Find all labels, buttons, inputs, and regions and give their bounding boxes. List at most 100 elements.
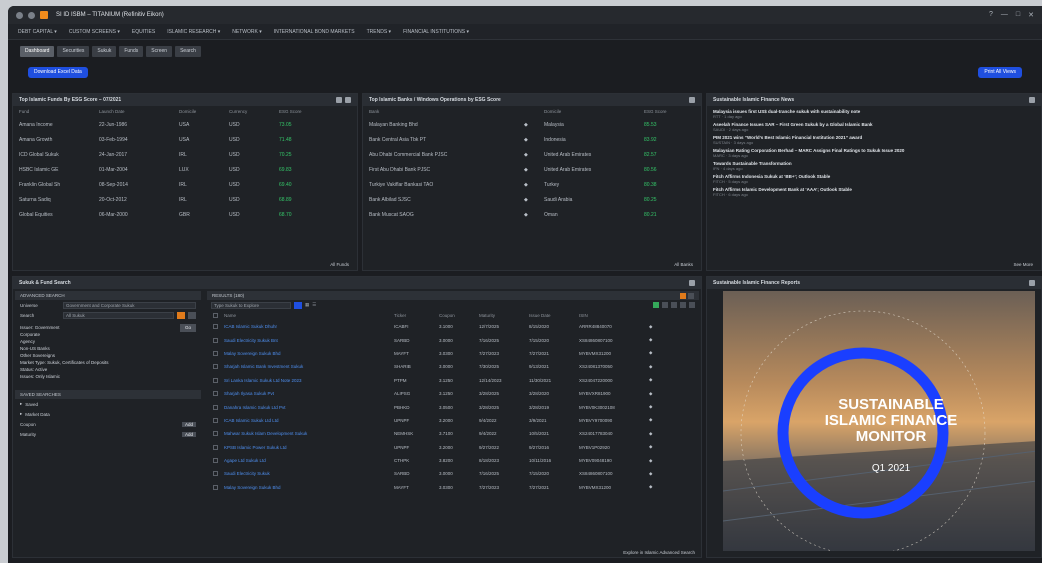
filter-icon[interactable]	[671, 302, 677, 308]
table-row[interactable]: Danahra Islamic Sukuk Ltd Pvt PBHKD 3.0500…	[207, 400, 699, 413]
column-header[interactable]: Issue Date	[529, 313, 579, 318]
table-row[interactable]: KPSB Islamic Power Sukuk Ltd UPNPF 3.2000 9…	[207, 441, 699, 454]
sukuk-name[interactable]: Malay Sovereign Sukuk Bhd	[224, 485, 394, 490]
menu-financial-institutions[interactable]: FINANCIAL INSTITUTIONS ▾	[403, 29, 469, 35]
sukuk-name[interactable]: Saudi Electricity Sukuk Bnt	[224, 338, 394, 343]
menu-bond-markets[interactable]: INTERNATIONAL BOND MARKETS	[274, 29, 355, 35]
sukuk-name[interactable]: Saudi Electricity Sukuk	[224, 471, 394, 476]
table-row[interactable]: Amana Growth 03-Feb-1994 USA USD 71.48	[13, 132, 357, 147]
sukuk-name[interactable]: Danahra Islamic Sukuk Ltd Pvt	[224, 405, 394, 410]
clear-icon[interactable]	[188, 311, 196, 319]
column-header[interactable]: Name	[224, 313, 394, 318]
menu-islamic-research[interactable]: ISLAMIC RESEARCH ▾	[167, 29, 220, 35]
sukuk-name[interactable]: Mahwar Sukuk Islam Development Sukuk	[224, 431, 394, 436]
table-row[interactable]: Bank Central Asia Tbk PT ◆ Indonesia 83.92	[363, 132, 701, 147]
excel-icon[interactable]	[653, 302, 659, 308]
minimize-icon[interactable]: —	[1001, 11, 1008, 19]
table-row[interactable]: Malayan Banking Bhd ◆ Malaysia 85.53	[363, 117, 701, 132]
maximize-panel-icon[interactable]	[1029, 280, 1035, 286]
table-row[interactable]: Mahwar Sukuk Islam Development Sukuk NEMH…	[207, 427, 699, 440]
table-row[interactable]: Bank Albilad SJSC ◆ Saudi Arabia 80.25	[363, 192, 701, 207]
all-banks-link[interactable]: All Banks	[674, 262, 693, 267]
expand-icon[interactable]: ▸	[20, 401, 22, 407]
row-action-icon[interactable]: ◆	[649, 337, 652, 343]
row-checkbox[interactable]	[213, 417, 218, 423]
export-icon[interactable]	[680, 292, 686, 299]
column-header[interactable]: Coupon	[439, 313, 479, 318]
table-row[interactable]: Franklin Global Sh 08-Sep-2014 IRL USD 69.40	[13, 177, 357, 192]
table-row[interactable]: Bank Muscat SAOG ◆ Oman 80.21	[363, 207, 701, 222]
table-row[interactable]: Amana Income 22-Jun-1986 USA USD 73.05	[13, 117, 357, 132]
row-checkbox[interactable]	[213, 471, 218, 477]
close-icon[interactable]: ✕	[1028, 11, 1034, 19]
tab-funds[interactable]: Funds	[119, 45, 144, 57]
tab-search[interactable]: Search	[175, 45, 201, 57]
column-header[interactable]: Fund	[19, 109, 99, 114]
row-checkbox[interactable]	[213, 391, 218, 397]
column-header[interactable]: Bank	[369, 109, 524, 114]
table-row[interactable]: Turkiye Vakiflar Bankasi TAO ◆ Turkey 80.38	[363, 177, 701, 192]
search-icon[interactable]	[294, 301, 302, 309]
news-item[interactable]: Malaysian Rating Corporation Berhad – MA…	[707, 147, 1041, 160]
column-header[interactable]: ESG Score	[279, 109, 339, 114]
search-select[interactable]: All Sukuk	[63, 311, 174, 319]
row-checkbox[interactable]	[213, 431, 218, 437]
coupon-add-button[interactable]: Add	[181, 421, 196, 427]
menu-trends[interactable]: TRENDS ▾	[367, 29, 391, 35]
table-row[interactable]: Sharjah Islamic Bank Investment Sukuk SHA…	[207, 360, 699, 373]
news-item[interactable]: Fitch Affirms Indonesia Sukuk at ‘BB+’; …	[707, 173, 1041, 186]
row-action-icon[interactable]: ◆	[649, 350, 652, 356]
sukuk-name[interactable]: ICAB Islamic Sukuk Dhuhr	[224, 324, 394, 329]
table-row[interactable]: Agape Ltd Sukuk Ltd CTHPK 3.8200 8/18/2023 1…	[207, 454, 699, 467]
table-row[interactable]: Global Equities 06-Mar-2000 GBR USD 68.70	[13, 207, 357, 222]
forward-icon[interactable]	[28, 11, 35, 19]
table-row[interactable]: First Abu Dhabi Bank PJSC ◆ United Arab Em…	[363, 162, 701, 177]
row-checkbox[interactable]	[213, 484, 218, 490]
sukuk-name[interactable]: Sri Lanka Islamic Sukuk Ltd Note 2023	[224, 378, 394, 383]
row-action-icon[interactable]: ◆	[649, 444, 652, 450]
maximize-panel-icon[interactable]	[689, 280, 695, 286]
row-action-icon[interactable]: ◆	[649, 417, 652, 423]
settings-icon[interactable]	[1029, 97, 1035, 103]
table-row[interactable]: HSBC Islamic GE 01-Mar-2004 LUX USD 69.83	[13, 162, 357, 177]
tab-securities[interactable]: Securities	[57, 45, 90, 57]
news-item[interactable]: Fitch Affirms Islamic Development Bank a…	[707, 186, 1041, 199]
sukuk-name[interactable]: Sharjah Ilyasa Sukuk Pvt	[224, 391, 394, 396]
tab-dashboard[interactable]: Dashboard	[20, 45, 55, 57]
maximize-panel-icon[interactable]	[689, 97, 695, 103]
menu-custom-screens[interactable]: CUSTOM SCREENS ▾	[69, 29, 120, 35]
tab-screen[interactable]: Screen	[146, 45, 173, 57]
row-checkbox[interactable]	[213, 377, 218, 383]
sukuk-name[interactable]: Malay Sovereign Sukuk Bhd	[224, 351, 394, 356]
filter-icon[interactable]	[177, 311, 185, 319]
row-checkbox[interactable]	[213, 458, 218, 464]
select-all-checkbox[interactable]	[213, 312, 218, 318]
column-header[interactable]: Domicile	[544, 109, 644, 114]
go-button[interactable]: Go	[180, 324, 196, 332]
help-icon[interactable]: ?	[989, 11, 993, 19]
table-row[interactable]: Saturna Sadiq 20-Oct-2012 IRL USD 68.89	[13, 192, 357, 207]
row-action-icon[interactable]: ◆	[649, 391, 652, 397]
news-item[interactable]: PIM 2021 wins “World’s Best Islamic Fina…	[707, 134, 1041, 147]
table-row[interactable]: Abu Dhabi Commercial Bank PJSC ◆ United Ar…	[363, 147, 701, 162]
columns-icon[interactable]	[662, 302, 668, 308]
table-row[interactable]: Malay Sovereign Sukuk Bhd MAYFT 3.0300 7/27…	[207, 347, 699, 360]
table-row[interactable]: ICD Global Sukuk 24-Jan-2017 IRL USD 70.25	[13, 147, 357, 162]
news-item[interactable]: Aseelah Finance Issues SAR – First Green…	[707, 121, 1041, 134]
column-header[interactable]: Ticker	[394, 313, 439, 318]
column-header[interactable]: Currency	[229, 109, 279, 114]
list-view-icon[interactable]: ☰	[312, 302, 316, 308]
menu-equities[interactable]: EQUITIES	[132, 29, 155, 35]
table-row[interactable]: Saudi Electricity Sukuk Bnt SARBD 3.0000 7/…	[207, 333, 699, 346]
column-header[interactable]: Domicile	[179, 109, 229, 114]
row-action-icon[interactable]: ◆	[649, 364, 652, 370]
column-header[interactable]: ISIN	[579, 313, 649, 318]
chart-icon[interactable]	[680, 302, 686, 308]
table-row[interactable]: Sri Lanka Islamic Sukuk Ltd Note 2023 PTP…	[207, 374, 699, 387]
grid-view-icon[interactable]: ▦	[305, 302, 309, 308]
menu-debt-capital[interactable]: DEBT CAPITAL ▾	[18, 29, 57, 35]
back-icon[interactable]	[16, 11, 23, 19]
see-more-link[interactable]: See More	[1013, 262, 1033, 267]
table-row[interactable]: Saudi Electricity Sukuk SARBD 3.0000 7/16/2…	[207, 467, 699, 480]
print-all-button[interactable]: Print All Views	[978, 66, 1022, 78]
